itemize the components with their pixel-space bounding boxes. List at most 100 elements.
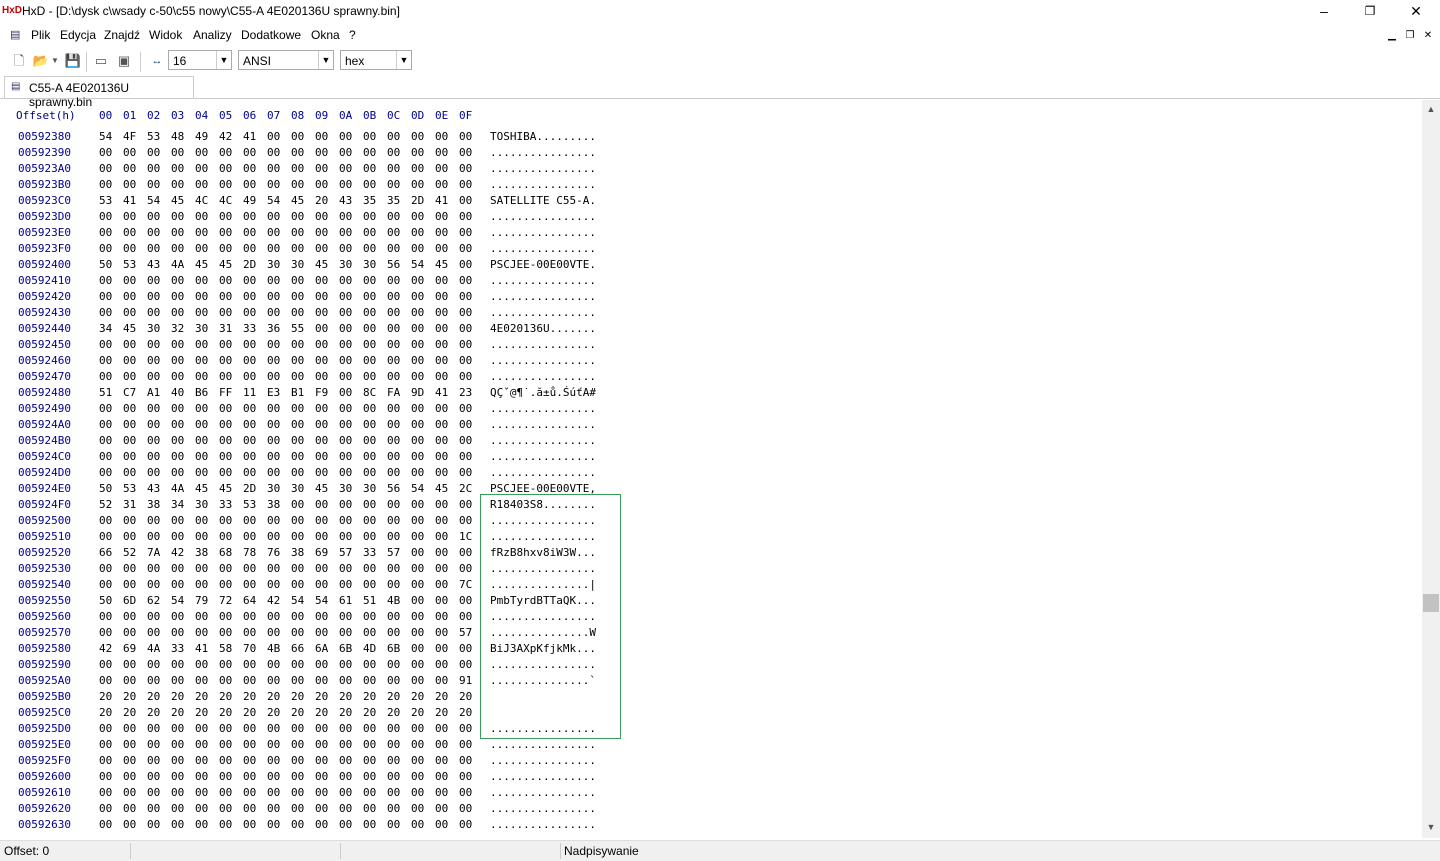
hex-byte[interactable]: 00 [435, 226, 448, 239]
disk-icon[interactable]: ▣ [115, 52, 133, 70]
hex-byte[interactable]: 00 [291, 370, 304, 383]
hex-editor[interactable]: Offset(h) 00 01 02 03 04 05 06 07 08 09 0A 0B 0C 0D 0E… [0, 100, 1422, 838]
hex-byte[interactable]: 00 [219, 306, 232, 319]
hex-byte[interactable]: 00 [171, 434, 184, 447]
hex-byte[interactable]: 00 [339, 130, 352, 143]
hex-byte[interactable]: 20 [435, 706, 448, 719]
hex-byte[interactable]: 00 [339, 578, 352, 591]
hex-byte[interactable]: 00 [171, 562, 184, 575]
hex-byte[interactable]: 00 [219, 466, 232, 479]
hex-byte[interactable]: 00 [411, 578, 424, 591]
hex-byte[interactable]: 00 [339, 562, 352, 575]
hex-byte[interactable]: 00 [435, 322, 448, 335]
ascii-text[interactable]: SATELLITE C55-A. [490, 194, 596, 207]
hex-byte[interactable]: 00 [195, 418, 208, 431]
hex-byte[interactable]: 00 [411, 770, 424, 783]
hex-byte[interactable]: 00 [171, 754, 184, 767]
hex-byte[interactable]: 00 [195, 786, 208, 799]
hex-byte[interactable]: 00 [435, 354, 448, 367]
hex-byte[interactable]: 00 [387, 610, 400, 623]
hex-byte[interactable]: 00 [315, 562, 328, 575]
hex-byte[interactable]: 53 [99, 194, 112, 207]
hex-byte[interactable]: 00 [195, 466, 208, 479]
hex-byte[interactable]: 00 [291, 402, 304, 415]
hex-byte[interactable]: 00 [147, 418, 160, 431]
hex-byte[interactable]: 00 [171, 242, 184, 255]
hex-byte[interactable]: 00 [411, 786, 424, 799]
hex-byte[interactable]: 41 [123, 194, 136, 207]
hex-byte[interactable]: 20 [243, 690, 256, 703]
hex-byte[interactable]: 00 [243, 562, 256, 575]
hex-byte[interactable]: 00 [147, 514, 160, 527]
hex-byte[interactable]: 00 [99, 338, 112, 351]
ascii-text[interactable]: ................ [490, 802, 596, 815]
hex-byte[interactable]: 00 [195, 146, 208, 159]
hex-byte[interactable]: 00 [459, 402, 472, 415]
hex-byte[interactable]: 00 [387, 162, 400, 175]
hex-byte[interactable]: 00 [147, 402, 160, 415]
open-folder-icon[interactable]: 📂 [32, 52, 50, 70]
scroll-up-icon[interactable]: ▲ [1422, 104, 1440, 116]
hex-byte[interactable]: 2C [459, 482, 472, 495]
display-mode-select[interactable]: hex ▼ [340, 50, 412, 70]
hex-byte[interactable]: 00 [171, 786, 184, 799]
hex-byte[interactable]: 00 [99, 530, 112, 543]
hex-byte[interactable]: 00 [123, 466, 136, 479]
hex-byte[interactable]: 00 [435, 274, 448, 287]
hex-byte[interactable]: 00 [123, 802, 136, 815]
hex-byte[interactable]: 00 [459, 818, 472, 831]
hex-byte[interactable]: 20 [459, 690, 472, 703]
hex-byte[interactable]: 00 [219, 290, 232, 303]
hex-byte[interactable]: 52 [99, 498, 112, 511]
hex-byte[interactable]: 00 [243, 162, 256, 175]
hex-byte[interactable]: 00 [387, 338, 400, 351]
hex-byte[interactable]: 00 [243, 178, 256, 191]
hex-byte[interactable]: 00 [291, 274, 304, 287]
hex-byte[interactable]: 00 [195, 290, 208, 303]
ascii-text[interactable]: ................ [490, 770, 596, 783]
hex-byte[interactable]: 00 [195, 610, 208, 623]
hex-byte[interactable]: 00 [411, 626, 424, 639]
hex-byte[interactable]: 20 [315, 706, 328, 719]
hex-byte[interactable]: 00 [123, 338, 136, 351]
hex-byte[interactable]: 00 [339, 162, 352, 175]
hex-byte[interactable]: 00 [219, 178, 232, 191]
hex-byte[interactable]: 20 [123, 690, 136, 703]
hex-byte[interactable]: 00 [363, 434, 376, 447]
hex-byte[interactable]: 00 [99, 786, 112, 799]
hex-byte[interactable]: 00 [267, 226, 280, 239]
ascii-text[interactable]: ................ [490, 466, 596, 479]
hex-byte[interactable]: 00 [363, 370, 376, 383]
hex-byte[interactable]: 00 [99, 226, 112, 239]
hex-byte[interactable]: 00 [411, 338, 424, 351]
hex-byte[interactable]: 00 [315, 354, 328, 367]
hex-byte[interactable]: 50 [99, 482, 112, 495]
hex-byte[interactable]: 00 [339, 290, 352, 303]
hex-byte[interactable]: 00 [99, 418, 112, 431]
hex-byte[interactable]: 00 [315, 514, 328, 527]
hex-byte[interactable]: 00 [459, 242, 472, 255]
hex-byte[interactable]: 00 [171, 226, 184, 239]
ascii-text[interactable]: ................ [490, 338, 596, 351]
hex-byte[interactable]: 00 [459, 274, 472, 287]
hex-byte[interactable]: 00 [315, 130, 328, 143]
hex-byte[interactable]: 00 [435, 466, 448, 479]
hex-byte[interactable]: 00 [435, 210, 448, 223]
hex-byte[interactable]: 20 [147, 706, 160, 719]
hex-byte[interactable]: 45 [219, 258, 232, 271]
hex-byte[interactable]: 00 [219, 658, 232, 671]
hex-byte[interactable]: 54 [291, 594, 304, 607]
hex-byte[interactable]: 00 [339, 274, 352, 287]
hex-byte[interactable]: 00 [363, 738, 376, 751]
hex-byte[interactable]: 20 [267, 706, 280, 719]
hex-byte[interactable]: 00 [315, 658, 328, 671]
hex-byte[interactable]: 00 [243, 354, 256, 367]
hex-byte[interactable]: 00 [411, 354, 424, 367]
hex-byte[interactable]: 00 [99, 434, 112, 447]
ascii-text[interactable]: 4E020136U....... [490, 322, 596, 335]
hex-byte[interactable]: 00 [411, 738, 424, 751]
hex-byte[interactable]: 00 [411, 418, 424, 431]
hex-byte[interactable]: 00 [195, 370, 208, 383]
hex-byte[interactable]: 45 [291, 194, 304, 207]
hex-byte[interactable]: 00 [459, 498, 472, 511]
